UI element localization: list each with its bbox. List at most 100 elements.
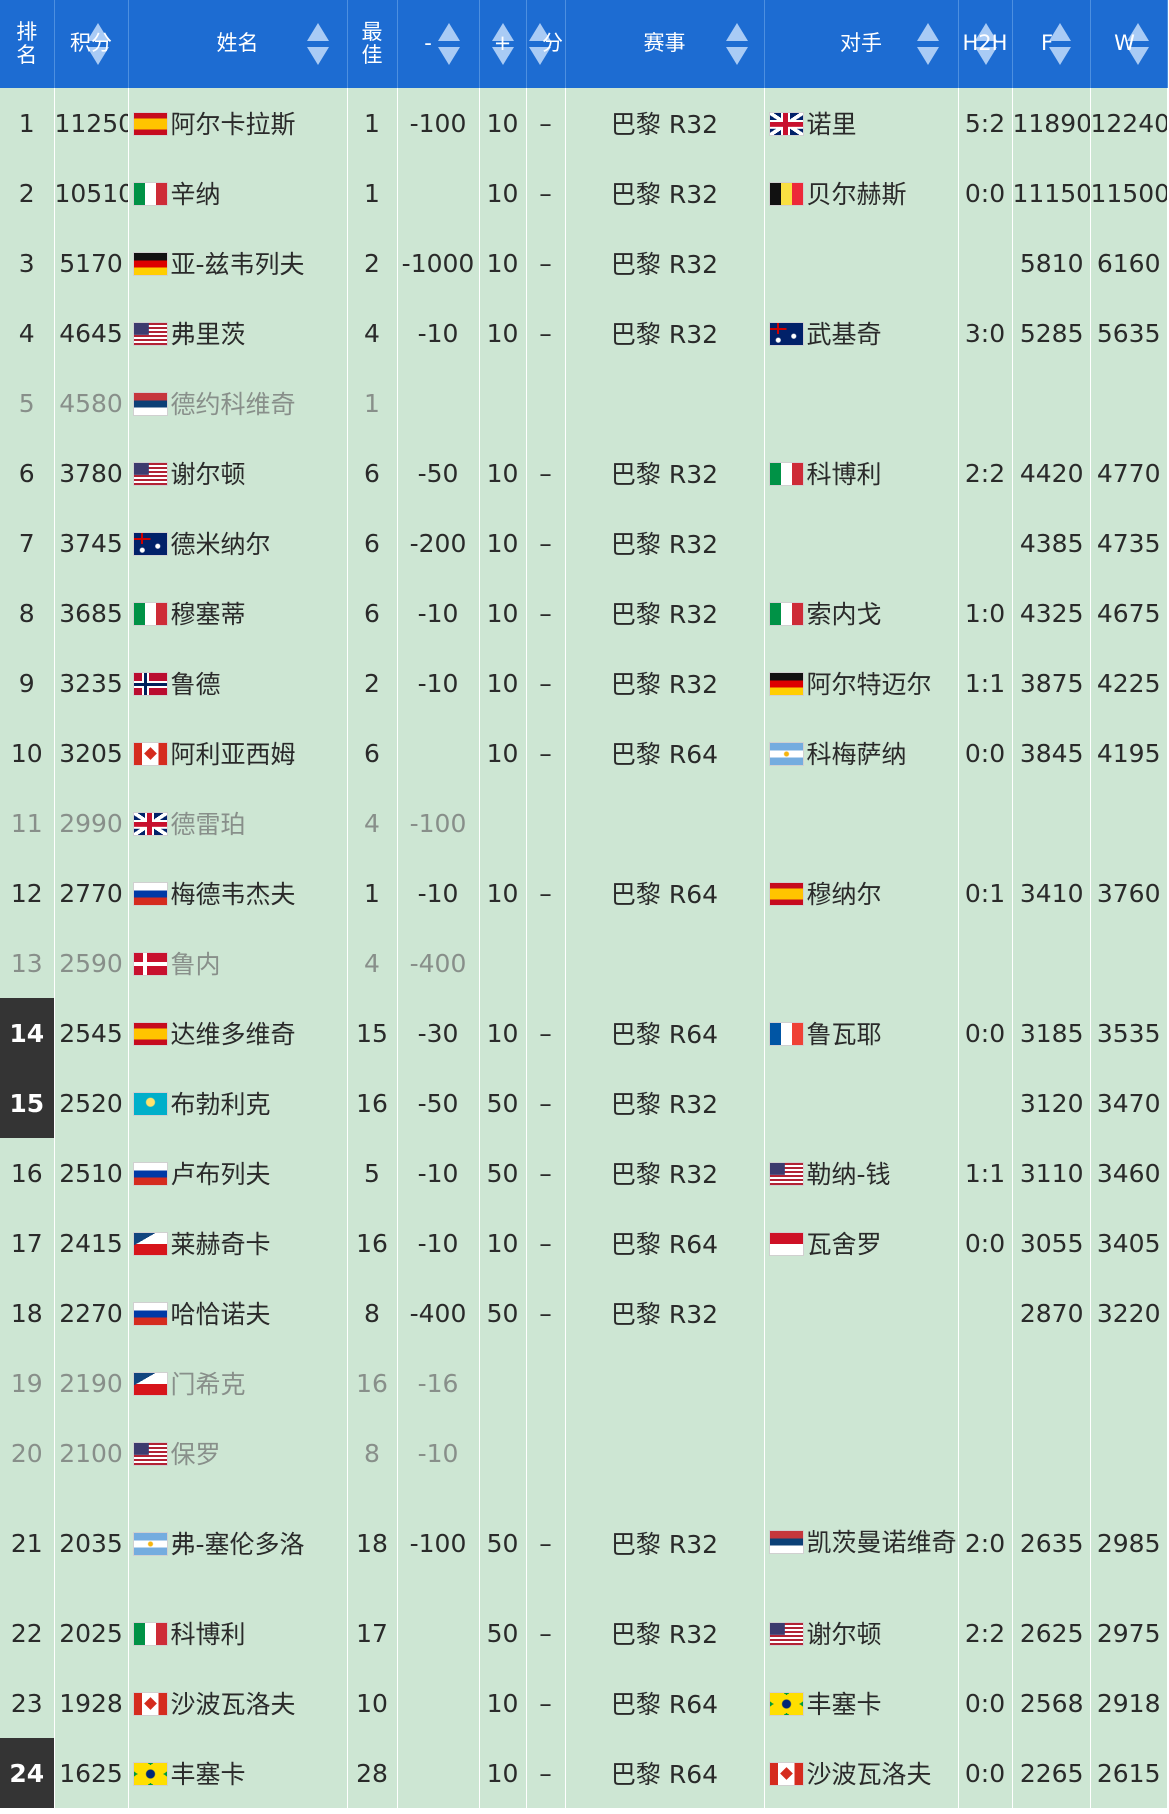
cell-h2h: 2:2 [958,438,1013,508]
col-best[interactable]: 最佳 [347,0,398,88]
cell-plus: 10 [479,718,527,788]
cell-opponent [764,1278,959,1348]
cell-best-text: 18 [356,1528,388,1558]
cell-points-text: 3780 [59,458,123,488]
table-row[interactable]: 22 2025 科博利 17 50– 巴黎 R32 谢尔顿 2:2 2625 2975 [0,1598,1168,1668]
col-name[interactable]: 姓名 [128,0,348,88]
cell-opponent-text: 凯茨曼诺维奇 [806,1528,957,1557]
cell-h2h-text: 3:0 [964,318,1006,348]
table-row[interactable]: 7 3745 德米纳尔 6 -200 10– 巴黎 R32 4385 4735 [0,508,1168,578]
cell-points-text: 3685 [59,598,123,628]
cell-best: 1 [347,158,398,228]
cell-event [565,368,765,438]
col-event[interactable]: 赛事 [565,0,765,88]
table-row[interactable]: 6 3780 谢尔顿 6 -50 10– 巴黎 R32 科博利 2:2 4420 4770 [0,438,1168,508]
cell-score: – [526,1278,566,1348]
cell-h2h: 0:0 [958,1208,1013,1278]
cell-minus-text: -10 [417,668,459,698]
cell-points: 2770 [54,858,129,928]
cell-rank-text: 17 [10,1228,43,1258]
cell-minus-text: -400 [409,948,467,978]
cell-player-text: 鲁德 [170,670,221,699]
cell-h2h [958,788,1013,858]
table-row[interactable]: 21 2035 弗-塞伦多洛 18 -100 50– 巴黎 R32 凯茨曼诺维奇 2:0 2635… [0,1488,1168,1598]
cell-event: 巴黎 R32 [565,1598,765,1668]
table-row[interactable]: 8 3685 穆塞蒂 6 -10 10– 巴黎 R32 索内戈 1:0 4325 4675 [0,578,1168,648]
table-row[interactable]: 11 2990 德雷珀 4 -100 [0,788,1168,858]
table-row[interactable]: 19 2190 门希克 16 -16 [0,1348,1168,1418]
cell-points-text: 3745 [59,528,123,558]
table-row[interactable]: 2 10510 辛纳 1 10– 巴黎 R32 贝尔赫斯 0:0 11150 11500 [0,158,1168,228]
cell-score [526,788,566,858]
col-minus[interactable]: - [397,0,480,88]
table-row[interactable]: 3 5170 亚-兹韦列夫 2 -1000 10– 巴黎 R32 5810 6160 [0,228,1168,298]
table-row[interactable]: 14 2545 达维多维奇 15 -30 10– 巴黎 R64 鲁瓦耶 0:0 3185 3535 [0,998,1168,1068]
table-row[interactable]: 18 2270 哈恰诺夫 8 -400 50– 巴黎 R32 2870 3220 [0,1278,1168,1348]
table-row[interactable]: 4 4645 弗里茨 4 -10 10– 巴黎 R32 武基奇 3:0 5285 5635 [0,298,1168,368]
col-h2h[interactable]: H2H [958,0,1013,88]
cell-event-text: 巴黎 R64 [610,1690,719,1719]
cell-w [1090,368,1168,438]
cell-plus: 10 [479,228,527,298]
table-row[interactable]: 15 2520 布勃利克 16 -50 50– 巴黎 R32 3120 3470 [0,1068,1168,1138]
cell-rank-text: 9 [18,668,35,698]
col-score[interactable]: 分 [526,0,566,88]
cell-best-text: 1 [364,878,380,908]
cell-rank-text: 1 [18,108,35,138]
col-f[interactable]: F [1012,0,1091,88]
cell-minus-text: -10 [417,1438,459,1468]
cell-plus [479,928,527,998]
cell-points-text: 2100 [59,1438,123,1468]
cell-event: 巴黎 R64 [565,1738,765,1808]
cell-opponent-text: 谢尔顿 [806,1620,882,1649]
cell-opponent-text: 穆纳尔 [806,880,882,909]
cell-points: 2100 [54,1418,129,1488]
col-w[interactable]: W [1090,0,1168,88]
table-row[interactable]: 16 2510 卢布列夫 5 -10 50– 巴黎 R32 勒纳-钱 1:1 3110 3460 [0,1138,1168,1208]
cell-player-text: 莱赫奇卡 [170,1230,271,1259]
table-row[interactable]: 5 4580 德约科维奇 1 [0,368,1168,438]
cell-minus [397,1598,480,1668]
cell-minus-text: -10 [417,598,459,628]
cell-plus [479,1348,527,1418]
ranking-rows: 1 11250 阿尔卡拉斯 1 -100 10– 巴黎 R32 诺里 5:2 11890 12240… [0,88,1168,1808]
sort-arrows-icon[interactable] [437,23,460,65]
table-row[interactable]: 9 3235 鲁德 2 -10 10– 巴黎 R32 阿尔特迈尔 1:1 3875 4225 [0,648,1168,718]
flag-fr-icon [768,1022,804,1046]
table-row[interactable]: 13 2590 鲁内 4 -400 [0,928,1168,998]
sort-arrows-icon[interactable] [725,23,748,65]
cell-w-text: 3460 [1096,1158,1161,1188]
table-row[interactable]: 23 1928 沙波瓦洛夫 10 10– 巴黎 R64 丰塞卡 0:0 2568 2918 [0,1668,1168,1738]
table-row[interactable]: 24 1625 丰塞卡 28 10– 巴黎 R64 沙波瓦洛夫 0:0 2265 2615 [0,1738,1168,1808]
col-plus[interactable]: + [479,0,527,88]
col-points[interactable]: 积分 [54,0,129,88]
cell-score: – [526,1068,566,1138]
flag-ru-icon [132,882,168,906]
sort-arrows-icon[interactable] [306,23,329,65]
cell-plus-text: 50 [486,1158,519,1188]
cell-player: 布勃利克 [128,1068,348,1138]
cell-minus: -100 [397,1488,480,1598]
cell-best-text: 5 [364,1158,380,1188]
cell-best: 2 [347,228,398,298]
table-row[interactable]: 20 2100 保罗 8 -10 [0,1418,1168,1488]
col-opponent[interactable]: 对手 [764,0,959,88]
cell-event-text: 巴黎 R32 [610,670,719,699]
cell-h2h-text: 0:0 [964,1018,1006,1048]
table-row[interactable]: 10 3205 阿利亚西姆 6 10– 巴黎 R64 科梅萨纳 0:0 3845 4195 [0,718,1168,788]
sort-arrows-icon[interactable] [916,23,939,65]
cell-event-text: 巴黎 R32 [610,1090,719,1119]
cell-w-text: 4770 [1096,458,1161,488]
table-row[interactable]: 1 11250 阿尔卡拉斯 1 -100 10– 巴黎 R32 诺里 5:2 11890 12240 [0,88,1168,158]
cell-opponent: 沙波瓦洛夫 [764,1738,959,1808]
cell-player: 阿尔卡拉斯 [128,88,348,158]
flag-ca-icon [132,1692,168,1716]
table-row[interactable]: 12 2770 梅德韦杰夫 1 -10 10– 巴黎 R64 穆纳尔 0:1 3410 3760 [0,858,1168,928]
col-w-label: W [1114,31,1135,56]
cell-player-text: 科博利 [170,1620,246,1649]
col-rank[interactable]: 排名 [0,0,55,88]
cell-points-text: 2510 [59,1158,123,1188]
cell-rank-text: 8 [18,598,35,628]
table-row[interactable]: 17 2415 莱赫奇卡 16 -10 10– 巴黎 R64 瓦舍罗 0:0 3055 3405 [0,1208,1168,1278]
cell-event: 巴黎 R32 [565,298,765,368]
